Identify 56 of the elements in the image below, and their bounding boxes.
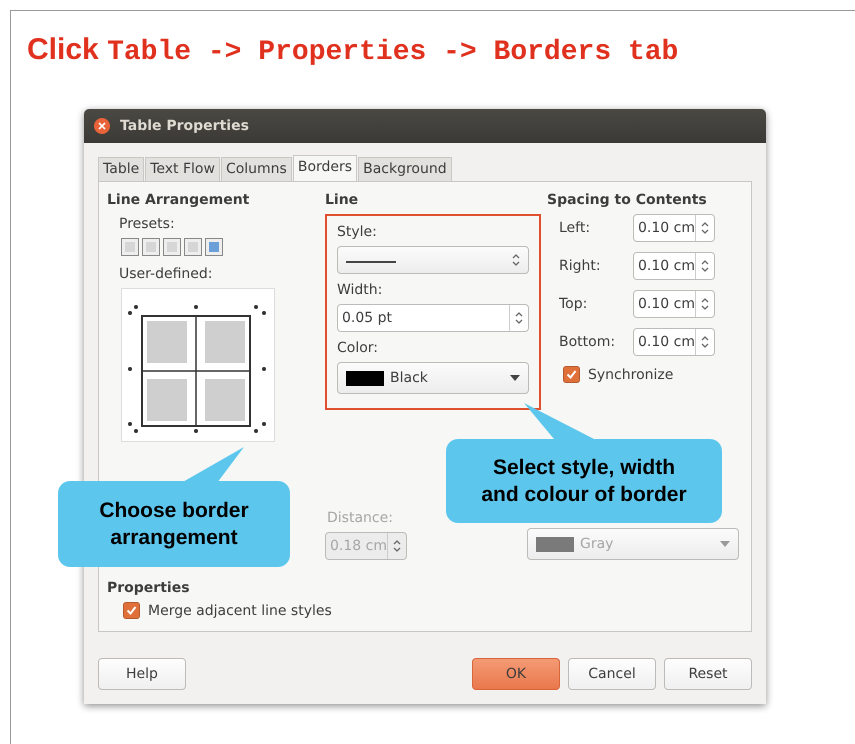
line-sample-icon [346,260,396,264]
tab[interactable]: Text Flow [145,157,220,181]
spin-arrows-icon[interactable] [515,312,523,324]
field-label: Style: [337,224,377,240]
tab[interactable]: Background [358,157,452,181]
color-dropdown[interactable]: Black [337,362,529,394]
preset-icon[interactable] [184,238,202,256]
spin-arrows-icon[interactable] [701,260,709,272]
preset-icon[interactable] [142,238,160,256]
preset-icon[interactable] [205,238,223,256]
field-label: Top: [559,296,588,312]
field-label: Presets: [119,216,175,232]
tab[interactable]: Table [98,157,144,181]
field-label: Bottom: [559,334,616,350]
section-heading: Line [325,192,360,208]
spacing-spin-field[interactable]: 0.10 cm [633,252,715,280]
spin-arrows-icon[interactable] [701,298,709,310]
tab[interactable]: Borders [292,155,358,181]
checkbox[interactable] [123,602,140,619]
spacing-spin-field[interactable]: 0.10 cm [633,290,715,318]
section-heading: Properties [107,580,191,596]
field-label: Left: [559,220,592,236]
field-label: Width: [337,282,382,298]
preset-icon[interactable] [163,238,181,256]
checkmark-icon [126,605,137,616]
field-label: User-defined: [119,266,212,282]
dialog-button[interactable]: OK [472,658,560,690]
spin-arrows-icon[interactable] [393,540,401,552]
spin-arrows-icon[interactable] [512,254,520,266]
close-button[interactable] [94,118,110,134]
tab[interactable]: Columns [220,157,292,181]
callout-pointer [524,403,594,439]
field-label: Distance: [327,510,393,526]
spacing-spin-field[interactable]: 0.10 cm [633,328,715,356]
spin-arrows-icon[interactable] [701,222,709,234]
border-preview-drawing[interactable] [121,288,275,442]
line-style-select[interactable] [337,246,529,274]
dialog-button[interactable]: Cancel [568,658,656,690]
checkbox-label[interactable]: Synchronize [588,366,674,382]
caret-icon [720,541,730,547]
field-label: Right: [559,258,602,274]
width-spin-field[interactable]: 0.05 pt [337,304,529,332]
checkbox[interactable] [563,366,580,383]
field-label: Color: [337,340,378,356]
spacing-spin-field[interactable]: 0.10 cm [633,214,715,242]
dialog-button[interactable]: Help [98,658,186,690]
spin-arrows-icon[interactable] [701,336,709,348]
caret-icon [510,375,520,381]
section-heading: Line Arrangement [107,192,250,208]
window-title: Table Properties [120,118,249,134]
dialog-button[interactable]: Reset [664,658,752,690]
checkmark-icon [566,369,577,380]
preset-icon[interactable] [121,238,139,256]
instruction-heading: Click Table -> Properties -> Borders tab [26,32,680,70]
section-heading: Spacing to Contents [547,192,708,208]
checkbox-label[interactable]: Merge adjacent line styles [148,602,332,618]
